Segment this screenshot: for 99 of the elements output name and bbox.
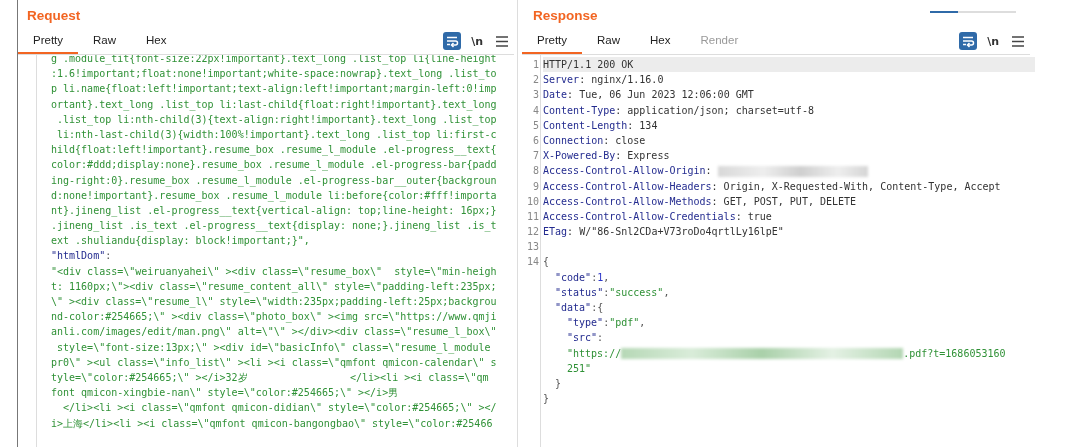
panel-title: Request	[27, 8, 81, 25]
code-text: "https://	[567, 347, 622, 359]
code-text: ing-right:0}.resume_box .resume_l_module .el-progress-bar__outer{backgroun	[51, 174, 497, 186]
menu-icon[interactable]	[1012, 35, 1024, 47]
code-key: "code"	[555, 271, 592, 283]
code-key: Connection	[543, 134, 604, 146]
code-text: :	[603, 317, 610, 329]
code-key: "data"	[555, 302, 592, 313]
code-key: "type"	[567, 317, 604, 329]
code-text: : GET, POST, PUT, DELETE	[711, 195, 857, 207]
tab[interactable]: Raw	[78, 28, 132, 54]
code-text: p li.name{float:left!important;text-align:left!important;margin-left:0!imp	[51, 83, 497, 95]
code-key: Access-Control-Allow-Headers	[543, 180, 712, 192]
line-number: 9	[532, 180, 539, 192]
line-number: 3	[532, 89, 539, 101]
code-text: nd-color:#254665;\" ><div class=\"photo_box\" ><img src=\"https://www.qmji	[51, 311, 497, 323]
code-text: }	[555, 377, 562, 389]
code-key: Server	[543, 74, 580, 86]
code-text: :	[705, 165, 713, 177]
code-text: :{	[591, 302, 604, 313]
code-text: 1	[597, 271, 604, 283]
code-key: "htmlDom"	[51, 250, 106, 262]
wrap-toggle-icon[interactable]	[959, 32, 978, 50]
code-text: ,	[603, 271, 610, 283]
code-text: : Origin, X-Requested-With, Content-Type, Accept	[711, 180, 1001, 192]
code-text: li:nth-last-child(3){width:100%!important}.text_long .list_top li:first-c	[56, 128, 497, 140]
newline-toggle[interactable]: \n	[471, 34, 483, 48]
code-text: "success"	[609, 286, 664, 298]
tab[interactable]: Hex	[635, 28, 686, 54]
code-text: anli.com/images/edit/man.png\" alt=\"\" ></div><div class=\"resume_l_box\"	[51, 326, 497, 338]
code-text: :	[105, 250, 112, 262]
code-text: :	[591, 271, 598, 283]
code-key: ETag	[543, 226, 568, 238]
newline-toggle[interactable]: \n	[987, 34, 999, 48]
line-number: 8	[532, 165, 539, 177]
code-text: .pdf?t=1686053160	[903, 347, 1006, 359]
code-text: :	[603, 286, 610, 298]
code-text: i>上海</li><li ><i class=\"qmfont qmicon-bangongbao\" style=\"color:#25466	[51, 417, 493, 429]
code-key: Access-Control-Allow-Origin	[543, 165, 706, 177]
tab[interactable]: Hex	[131, 28, 182, 54]
code-text: HTTP/1.1 200 OK	[543, 59, 634, 70]
code-key: Access-Control-Allow-Methods	[543, 195, 712, 207]
line-number: 1	[532, 59, 539, 70]
code-text: "pdf"	[609, 317, 640, 329]
code-text: : application/json; charset=utf-8	[615, 104, 814, 116]
code-key: X-Powered-By	[543, 150, 616, 162]
code-text: : nginx/1.16.0	[579, 74, 664, 86]
code-text: ,	[663, 286, 670, 298]
code-text: 251"	[567, 362, 592, 374]
code-key: "src"	[567, 332, 598, 344]
code-text: {	[543, 256, 550, 268]
code-text: :	[597, 332, 604, 344]
code-text: nt}.jineng_list .el-progress__text{vertical-align: top;line-height: 16px;}	[51, 204, 497, 216]
panel-title: Response	[533, 8, 598, 25]
code-text: g .module_tit{font-size:22px!important}.text_long .list_top li{line-height	[51, 55, 497, 64]
code-text: ext .shuliandu{display: block!important;}",	[51, 235, 310, 247]
code-text: .list_top li:nth-child(3){text-align:right!important}.text_long .list_top	[56, 113, 497, 125]
code-key: Date	[543, 89, 568, 101]
code-text: font qmicon-xingbie-nan\" style=\"color:#254665;\" ></i>男	[51, 387, 399, 399]
code-text: }	[543, 393, 550, 405]
line-number: 10	[526, 195, 539, 207]
line-number: 12	[526, 226, 539, 238]
code-key: Content-Length	[543, 119, 628, 131]
code-text: style=\"font-size:13px;\" ><div id=\"basicInfo\" class=\"resume_l_module	[56, 341, 491, 353]
code-text: : Express	[615, 150, 670, 162]
code-text: t: 1160px;\"><div class=\"resume_content_all\" style=\"padding-left:235px;	[51, 280, 497, 292]
code-text: ortant}.text_long .list_top li:last-child{float:right!important}.text_long	[51, 98, 497, 110]
code-text: \" ><div class=\"resume_l\" style=\"width:235px;padding-left:25px;backgrou	[51, 296, 497, 307]
code-text: : W/"86-Snl2CDa+V73roDo4qrtlLy16lpE"	[567, 226, 784, 238]
code-text: :1.6!important;float:none!important;white-space:nowrap}.text_long .list_to	[51, 68, 497, 80]
menu-icon[interactable]	[496, 35, 508, 47]
code-key: "status"	[555, 286, 604, 298]
code-text: d:none!important}.resume_box .resume_l_module li:before{color:#fff!importa	[51, 189, 497, 201]
code-key: Content-Type	[543, 104, 616, 116]
code-text: : close	[603, 134, 646, 146]
line-number: 11	[526, 210, 539, 222]
code-text: color:#ddd;display:none}.resume_box .resume_l_module .el-progress-bar{padd	[51, 159, 497, 171]
code-text: : 134	[627, 119, 658, 131]
tab[interactable]: Raw	[582, 28, 636, 54]
code-text: tyle=\"color:#254665;\" ></i>32岁 </li><li ><i class=\"qm	[51, 371, 489, 383]
line-number: 7	[532, 150, 539, 162]
line-number: 2	[532, 74, 539, 86]
code-key: Access-Control-Allow-Credentials	[543, 210, 736, 222]
code-text: : Tue, 06 Jun 2023 12:06:00 GMT	[567, 89, 754, 101]
line-number: 5	[532, 119, 539, 131]
wrap-toggle-icon[interactable]	[443, 32, 462, 50]
tab[interactable]: Pretty	[18, 28, 79, 54]
code-text: ,	[639, 317, 646, 329]
line-number: 4	[532, 104, 539, 116]
code-text: hild{float:left!important}.resume_box .resume_l_module .el-progress__text{	[51, 144, 497, 156]
line-number: 6	[532, 134, 539, 146]
line-number: 13	[526, 241, 539, 253]
line-number: 14	[526, 256, 539, 268]
code-text: : true	[735, 210, 772, 222]
code-text: "<div class=\"weiruanyahei\" ><div class=\"resume_box\" style=\"min-heigh	[51, 265, 497, 277]
code-text: pr0\" ><ul class=\"info_list\" ><li ><i class=\"qmfont qmicon-calendar\" s	[51, 356, 497, 368]
tab[interactable]: Pretty	[522, 28, 583, 54]
code-text: .jineng_list .is_text .el-progress__text{display: none;}.jineng_list .is_t	[51, 220, 497, 232]
code-text: </li><li ><i class=\"qmfont qmicon-didian\" style=\"color:#254665;\" ></	[62, 402, 497, 414]
